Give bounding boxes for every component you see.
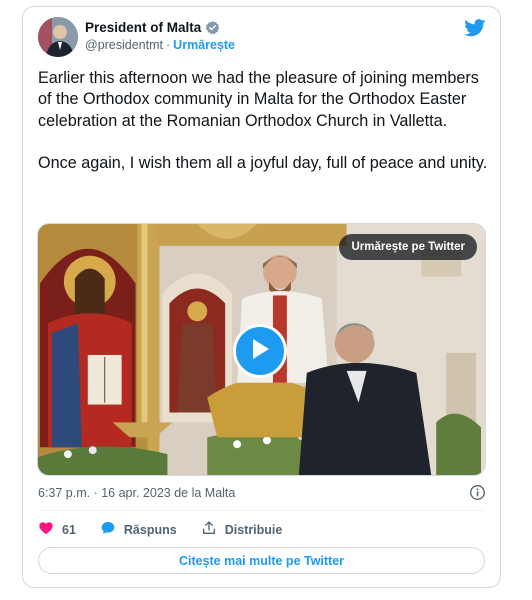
like-count: 61	[62, 522, 76, 537]
tweet-card[interactable]: President of Malta @presidentmt · Urmăre…	[22, 6, 501, 588]
heart-icon	[38, 520, 54, 539]
share-label: Distribuie	[224, 522, 283, 537]
speech-bubble-icon	[100, 520, 116, 539]
follow-on-twitter-button[interactable]: Urmărește pe Twitter	[339, 234, 477, 260]
read-more-button[interactable]: Citește mai multe pe Twitter	[38, 547, 485, 574]
video-player[interactable]: Urmărește pe Twitter	[37, 223, 486, 476]
reply-button[interactable]: Răspuns	[100, 520, 177, 539]
divider	[38, 510, 485, 511]
author-handle[interactable]: @presidentmt	[85, 38, 163, 52]
tweet-actions: 61 Răspuns Distribuie	[38, 520, 306, 539]
author-handle-row: @presidentmt · Urmărește	[85, 38, 235, 52]
separator-dot: ·	[166, 38, 171, 52]
author-display-name[interactable]: President of Malta	[85, 20, 201, 35]
reply-label: Răspuns	[123, 522, 177, 537]
like-button[interactable]: 61	[38, 520, 76, 539]
author-avatar[interactable]	[38, 17, 78, 57]
tweet-text: Earlier this afternoon we had the pleasu…	[38, 68, 490, 195]
tweet-paragraph: Earlier this afternoon we had the pleasu…	[38, 69, 479, 130]
follow-link[interactable]: Urmărește	[173, 38, 235, 52]
play-button[interactable]	[233, 324, 287, 378]
author-name-row: President of Malta	[85, 20, 220, 35]
twitter-bird-icon[interactable]	[464, 19, 486, 37]
share-button[interactable]: Distribuie	[201, 520, 283, 539]
play-icon	[249, 337, 271, 366]
tweet-paragraph: Once again, I wish them all a joyful day…	[38, 153, 488, 172]
verified-badge-icon	[205, 20, 220, 35]
share-icon	[201, 520, 217, 539]
info-icon[interactable]	[469, 484, 486, 501]
tweet-timestamp[interactable]: 6:37 p.m. · 16 apr. 2023 de la Malta	[38, 486, 235, 500]
